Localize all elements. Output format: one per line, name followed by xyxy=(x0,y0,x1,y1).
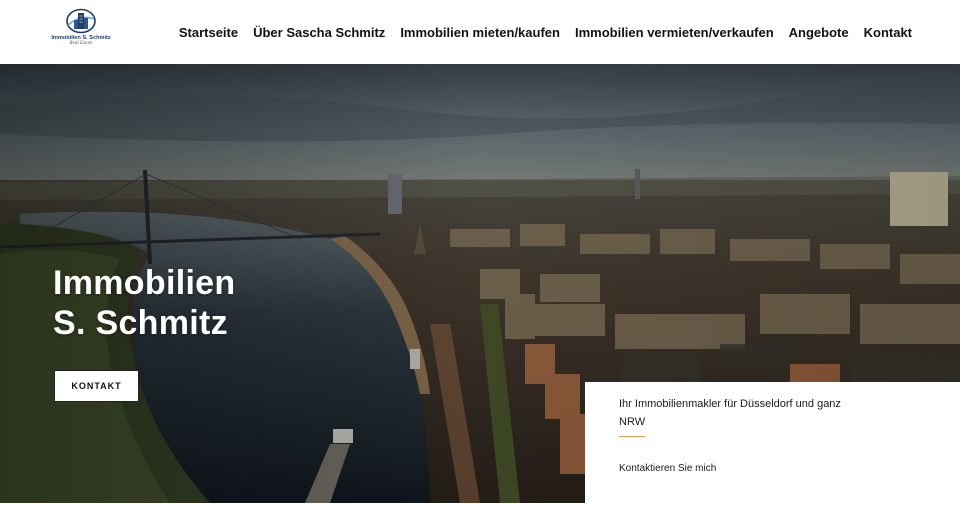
info-card-accent-divider xyxy=(619,436,645,437)
nav-item-angebote[interactable]: Angebote xyxy=(789,25,849,40)
info-card-text: Ihr Immobilienmakler für Düsseldorf und … xyxy=(619,398,841,428)
nav-item-vermieten-verkaufen[interactable]: Immobilien vermieten/verkaufen xyxy=(575,25,774,40)
hero-title: Immobilien S. Schmitz xyxy=(53,263,235,343)
info-card: Ihr Immobilienmakler für Düsseldorf und … xyxy=(585,382,960,505)
hero-title-line-2: S. Schmitz xyxy=(53,304,228,342)
kontakt-button[interactable]: KONTAKT xyxy=(54,370,139,402)
site-header: Immobilien S. Schmitz Real Estate Starts… xyxy=(0,0,960,64)
building-logo-icon xyxy=(66,8,96,34)
nav-item-startseite[interactable]: Startseite xyxy=(179,25,238,40)
logo-tagline: Real Estate xyxy=(69,41,93,46)
main-nav: Startseite Über Sascha Schmitz Immobilie… xyxy=(179,0,912,64)
contact-me-link[interactable]: Kontaktieren Sie mich xyxy=(619,463,716,474)
hero-title-line-1: Immobilien xyxy=(53,264,236,302)
nav-item-ueber[interactable]: Über Sascha Schmitz xyxy=(253,25,385,40)
nav-item-kontakt[interactable]: Kontakt xyxy=(864,25,912,40)
site-logo[interactable]: Immobilien S. Schmitz Real Estate xyxy=(48,8,114,56)
nav-item-mieten-kaufen[interactable]: Immobilien mieten/kaufen xyxy=(400,25,560,40)
